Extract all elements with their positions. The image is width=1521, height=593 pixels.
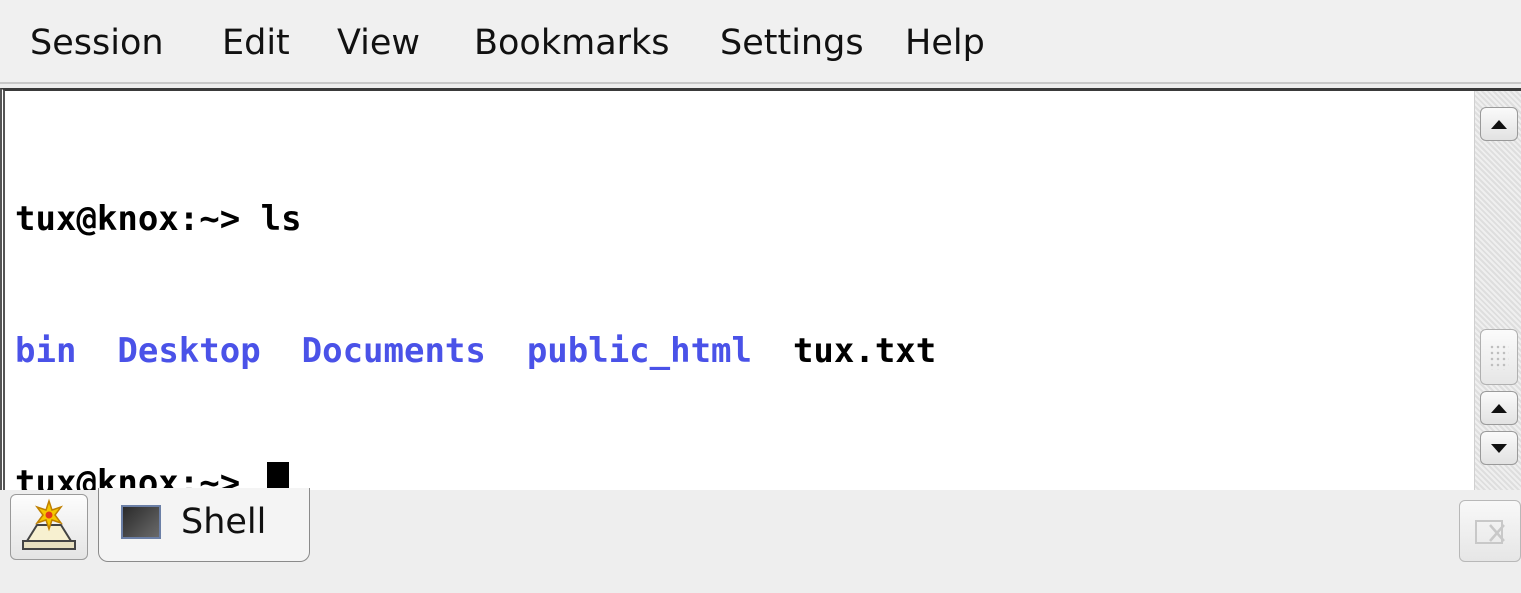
command-text: ls <box>240 199 302 239</box>
terminal-area[interactable]: tux@knox:~> ls bin Desktop Documents pub… <box>0 88 1521 503</box>
scrollbar-thumb[interactable] <box>1480 329 1518 385</box>
arrow-up-icon <box>1491 119 1507 129</box>
vertical-scrollbar[interactable] <box>1474 91 1521 490</box>
menu-bookmarks[interactable]: Bookmarks <box>474 20 670 66</box>
ls-entry-dir: Desktop <box>117 331 261 371</box>
terminal-line: tux@knox:~> ls <box>15 197 1461 241</box>
ls-entry-dir: bin <box>15 331 77 371</box>
menu-help[interactable]: Help <box>905 20 985 66</box>
scroll-top-button[interactable] <box>1480 107 1518 141</box>
arrow-down-icon <box>1491 443 1507 453</box>
menu-view[interactable]: View <box>337 20 420 66</box>
tab-label: Shell <box>181 502 267 542</box>
prompt: tux@knox:~> <box>15 199 241 239</box>
scroll-down-button[interactable] <box>1480 431 1518 465</box>
tab-shell[interactable]: Shell <box>98 488 310 562</box>
close-tab-icon <box>1475 520 1505 544</box>
ls-entry-file: tux.txt <box>792 331 937 371</box>
tab-bar: Shell <box>0 488 1521 573</box>
ls-entry-dir: Documents <box>301 331 486 371</box>
new-session-button[interactable] <box>10 494 88 560</box>
grip-icon <box>1489 344 1509 370</box>
close-tab-button[interactable] <box>1459 500 1521 562</box>
arrow-up-icon <box>1491 403 1507 413</box>
terminal-line: bin Desktop Documents public_html tux.tx… <box>15 329 1461 373</box>
menu-settings[interactable]: Settings <box>720 20 864 66</box>
new-session-icon <box>22 498 76 550</box>
ls-entry-dir: public_html <box>526 331 752 371</box>
menu-bar: Session Edit View Bookmarks Settings Hel… <box>0 0 1521 84</box>
terminal-icon <box>121 505 161 539</box>
menu-edit[interactable]: Edit <box>222 20 290 66</box>
menu-session[interactable]: Session <box>30 20 164 66</box>
scroll-up-button[interactable] <box>1480 391 1518 425</box>
